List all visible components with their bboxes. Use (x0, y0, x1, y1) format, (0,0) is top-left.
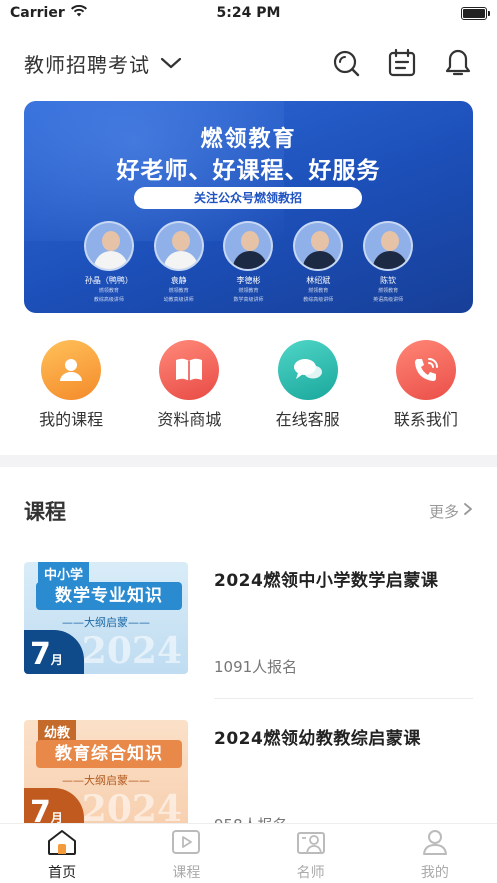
contact-us-button[interactable]: 联系我们 (371, 340, 481, 430)
course-title: 2024燃领中小学数学启蒙课 (214, 571, 439, 591)
teacher-row: 孙晶（鸭鸭） 燃领教育 教综高级讲师 袁静 燃领教育 幼教高级讲师 李德彬 燃领… (24, 221, 473, 304)
thumb-month: 7月 (30, 637, 63, 672)
teacher-org: 燃领教育 (98, 288, 119, 294)
chevron-down-icon[interactable] (160, 56, 182, 70)
more-label: 更多 (428, 502, 459, 521)
user-icon (41, 340, 102, 400)
course-card[interactable]: 幼教 教育综合知识 ——大纲启蒙—— 2024 7月 2024燃领幼教教综启蒙课… (24, 720, 473, 834)
profile-icon (419, 828, 451, 860)
thumb-note: ——大纲启蒙—— (62, 616, 150, 629)
teacher-card: 袁静 燃领教育 幼教高级讲师 (149, 221, 209, 304)
play-icon (170, 828, 202, 860)
calendar-icon[interactable] (387, 48, 417, 78)
teacher-card: 陈钦 燃领教育 英语高级讲师 (358, 221, 418, 304)
course-thumbnail: 中小学 数学专业知识 ——大纲启蒙—— 2024 7月 (24, 562, 188, 674)
tab-home[interactable]: 首页 (0, 824, 124, 883)
enrollment-count: 1091人报名 (214, 658, 298, 676)
wifi-icon (70, 4, 87, 21)
thumb-banner: 数学专业知识 (36, 582, 182, 610)
teacher-org: 燃领教育 (238, 288, 259, 294)
teacher-name: 陈钦 (380, 276, 397, 285)
teacher-photo (363, 221, 414, 271)
tab-teachers[interactable]: 名师 (249, 824, 373, 883)
banner-title: 燃领教育 (200, 127, 297, 152)
banner-subtitle: 好老师、好课程、好服务 (116, 158, 381, 184)
tab-label: 课程 (172, 865, 201, 881)
teacher-photo (293, 221, 344, 271)
chevron-right-icon (463, 502, 473, 520)
more-link[interactable]: 更多 (429, 501, 473, 522)
my-courses-button[interactable]: 我的课程 (16, 340, 126, 430)
course-separator (214, 698, 473, 699)
materials-shop-button[interactable]: 资料商城 (134, 340, 244, 430)
section-title: 课程 (24, 500, 66, 524)
promo-banner[interactable]: 燃领教育 好老师、好课程、好服务 关注公众号燃领教招 孙晶（鸭鸭） 燃领教育 教… (24, 101, 473, 313)
action-label: 我的课程 (39, 410, 104, 429)
tab-label: 首页 (48, 865, 77, 881)
book-icon (159, 340, 220, 400)
phone-icon (395, 340, 456, 400)
teacher-name: 李德彬 (236, 276, 261, 285)
header-icons (331, 48, 473, 78)
teacher-role: 英语高级讲师 (373, 297, 404, 303)
teacher-org: 燃领教育 (378, 288, 399, 294)
chat-icon (277, 340, 338, 400)
tab-courses[interactable]: 课程 (124, 824, 248, 883)
thumb-note: ——大纲启蒙—— (62, 774, 150, 787)
teacher-org: 燃领教育 (168, 288, 189, 294)
teacher-icon (295, 828, 327, 860)
course-title: 2024燃领幼教教综启蒙课 (214, 729, 421, 749)
quick-actions: 我的课程 资料商城 在线客服 联系我们 (0, 340, 497, 430)
online-service-button[interactable]: 在线客服 (253, 340, 363, 430)
carrier-label: Carrier (10, 5, 65, 21)
teacher-role: 幼教高级讲师 (163, 297, 194, 303)
banner-pill: 关注公众号燃领教招 (134, 187, 362, 209)
search-icon[interactable] (331, 48, 361, 78)
teacher-name: 孙晶（鸭鸭） (84, 276, 133, 285)
teacher-name: 袁静 (170, 276, 187, 285)
thumb-banner: 教育综合知识 (36, 740, 182, 768)
teacher-org: 燃领教育 (308, 288, 329, 294)
status-bar: Carrier 5:24 PM (0, 0, 497, 26)
thumb-year: 2024 (81, 630, 182, 672)
bell-icon[interactable] (443, 48, 473, 78)
battery-icon (461, 6, 490, 20)
teacher-photo (153, 221, 204, 271)
tab-bar: 首页 课程 名师 我的 (0, 823, 497, 883)
teacher-card: 李德彬 燃领教育 数学高级讲师 (218, 221, 278, 304)
teacher-role: 数学高级讲师 (233, 297, 264, 303)
teacher-photo (83, 221, 134, 271)
tab-label: 名师 (296, 865, 325, 881)
section-divider (0, 455, 497, 467)
teacher-role: 教综高级讲师 (303, 297, 334, 303)
status-left: Carrier (10, 4, 87, 21)
header: 教师招聘考试 (0, 40, 497, 86)
exam-category-title[interactable]: 教师招聘考试 (24, 49, 150, 78)
action-label: 资料商城 (157, 410, 222, 429)
course-card[interactable]: 中小学 数学专业知识 ——大纲启蒙—— 2024 7月 2024燃领中小学数学启… (24, 562, 473, 699)
tab-label: 我的 (420, 865, 449, 881)
home-icon (46, 828, 78, 860)
teacher-card: 林绍斌 燃领教育 教综高级讲师 (288, 221, 348, 304)
teacher-card: 孙晶（鸭鸭） 燃领教育 教综高级讲师 (79, 221, 139, 304)
tab-mine[interactable]: 我的 (373, 824, 497, 883)
teacher-role: 教综高级讲师 (93, 297, 124, 303)
action-label: 联系我们 (393, 410, 458, 429)
teacher-photo (223, 221, 274, 271)
teacher-name: 林绍斌 (306, 276, 331, 285)
courses-section-header: 课程 更多 (24, 496, 473, 526)
action-label: 在线客服 (275, 410, 340, 429)
course-thumbnail: 幼教 教育综合知识 ——大纲启蒙—— 2024 7月 (24, 720, 188, 832)
